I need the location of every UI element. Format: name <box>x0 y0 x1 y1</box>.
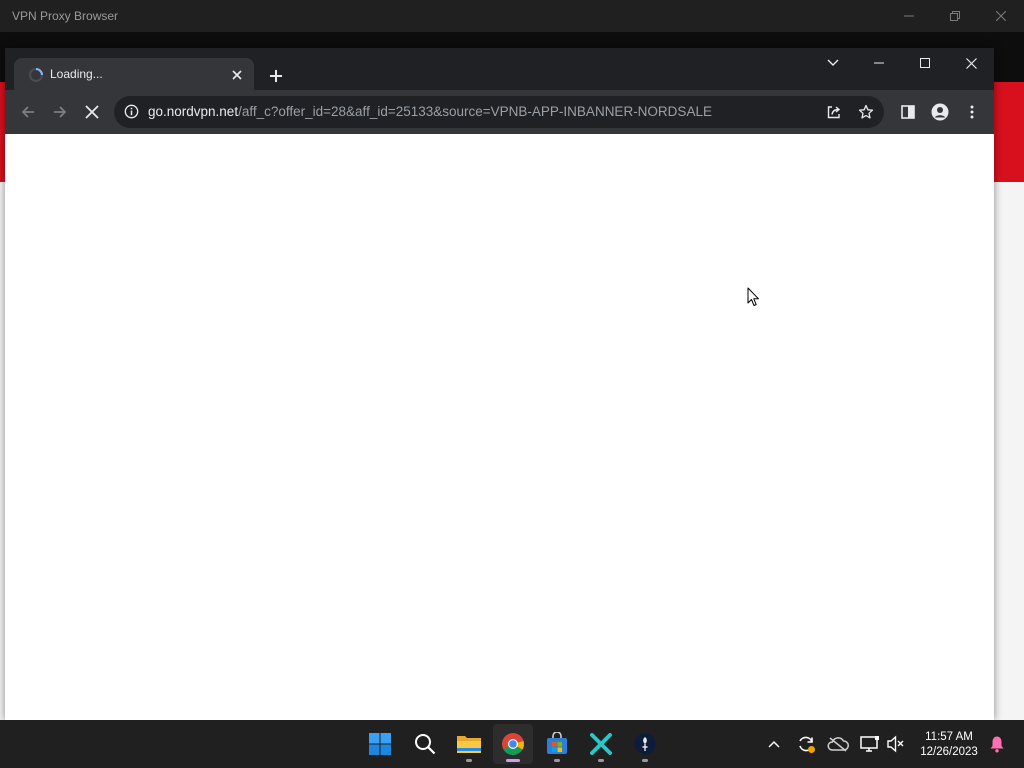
tab-title: Loading... <box>50 67 103 81</box>
network-icon[interactable] <box>858 732 882 756</box>
taskbar-file-explorer[interactable] <box>449 724 489 764</box>
mouse-cursor-icon <box>747 287 760 307</box>
onedrive-icon[interactable] <box>826 732 850 756</box>
taskbar-chrome[interactable] <box>493 724 533 764</box>
system-clock[interactable]: 11:57 AM 12/26/2023 <box>912 730 986 760</box>
chrome-menu-icon[interactable] <box>958 98 986 126</box>
taskbar-vpn-app[interactable] <box>625 724 665 764</box>
file-explorer-icon <box>457 736 481 753</box>
start-button[interactable] <box>360 724 400 764</box>
chrome-icon <box>502 733 524 755</box>
tab-search-chevron-icon[interactable] <box>810 48 856 78</box>
stop-loading-button[interactable] <box>78 98 106 126</box>
volume-muted-icon[interactable] <box>884 732 908 756</box>
taskbar-search-button[interactable] <box>405 724 445 764</box>
clock-time: 11:57 AM <box>925 731 973 743</box>
background-close-button[interactable] <box>978 0 1024 32</box>
running-indicator <box>554 759 560 762</box>
url-text[interactable]: go.nordvpn.net/aff_c?offer_id=28&aff_id=… <box>148 104 712 119</box>
taskbar-microsoft-store[interactable] <box>537 724 577 764</box>
x-app-icon <box>590 733 612 755</box>
close-button[interactable] <box>948 48 994 78</box>
search-icon <box>415 734 436 755</box>
profile-avatar-icon[interactable] <box>926 98 954 126</box>
tab-strip: Loading... <box>5 48 994 90</box>
browser-toolbar: go.nordvpn.net/aff_c?offer_id=28&aff_id=… <box>5 90 994 134</box>
taskbar-x-app[interactable] <box>581 724 621 764</box>
microsoft-store-icon <box>547 732 567 754</box>
running-indicator <box>466 759 472 762</box>
maximize-button[interactable] <box>902 48 948 78</box>
loading-spinner-icon <box>28 67 44 83</box>
running-indicator <box>642 759 648 762</box>
background-app-title: VPN Proxy Browser <box>12 9 119 23</box>
url-path: /aff_c?offer_id=28&aff_id=25133&source=V… <box>238 104 712 119</box>
new-tab-button[interactable] <box>264 64 288 88</box>
page-content-blank <box>5 134 994 720</box>
forward-button[interactable] <box>46 98 74 126</box>
tab-close-icon[interactable] <box>228 66 246 84</box>
taskbar: 11:57 AM 12/26/2023 <box>0 720 1024 768</box>
share-icon[interactable] <box>826 104 842 120</box>
chrome-window: Loading... go.nordvpn.net/aff_c?offer_id… <box>5 48 994 720</box>
background-minimize-button[interactable] <box>886 0 932 32</box>
site-info-icon[interactable] <box>124 104 139 119</box>
back-button[interactable] <box>14 98 42 126</box>
address-bar[interactable]: go.nordvpn.net/aff_c?offer_id=28&aff_id=… <box>114 96 884 128</box>
notification-bell-icon[interactable] <box>985 732 1009 756</box>
tab-loading[interactable]: Loading... <box>14 58 254 90</box>
vpn-app-icon <box>634 733 656 755</box>
show-hidden-icons-chevron[interactable] <box>762 732 786 756</box>
running-indicator <box>598 759 604 762</box>
background-app-titlebar: VPN Proxy Browser <box>0 0 1024 32</box>
url-domain: go.nordvpn.net <box>148 104 239 119</box>
sync-icon[interactable] <box>794 732 818 756</box>
active-indicator <box>506 759 520 762</box>
minimize-button[interactable] <box>856 48 902 78</box>
background-restore-button[interactable] <box>932 0 978 32</box>
side-panel-icon[interactable] <box>894 98 922 126</box>
start-icon <box>369 733 391 755</box>
bookmark-star-icon[interactable] <box>858 104 874 120</box>
clock-date: 12/26/2023 <box>920 746 978 758</box>
